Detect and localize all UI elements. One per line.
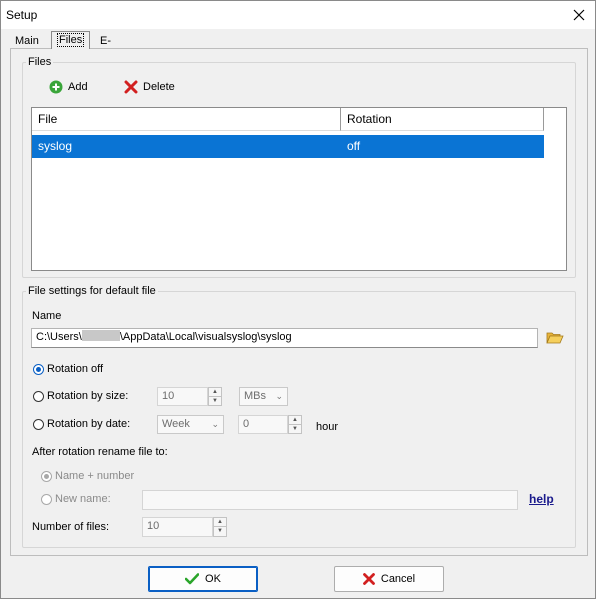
- ok-button[interactable]: OK: [148, 566, 258, 592]
- add-icon: [49, 80, 63, 94]
- number-of-files-stepper[interactable]: ▲ ▼: [213, 517, 227, 537]
- cancel-button[interactable]: Cancel: [334, 566, 444, 592]
- rotation-date-label: Rotation by date:: [47, 418, 131, 430]
- window-title: Setup: [6, 8, 38, 22]
- rotation-by-date-radio[interactable]: Rotation by date:: [33, 418, 130, 430]
- files-list-header: File Rotation: [32, 108, 544, 132]
- row-rotation-cell: off: [347, 139, 361, 153]
- delete-button-label: Delete: [143, 81, 175, 93]
- cancel-x-icon: [362, 573, 375, 585]
- close-icon: [573, 9, 585, 21]
- files-group-legend: Files: [28, 56, 52, 68]
- close-button[interactable]: [569, 5, 589, 25]
- tab-email[interactable]: E-mail: [95, 33, 125, 63]
- folder-open-icon: [546, 332, 564, 344]
- date-hour-input[interactable]: 0: [238, 415, 288, 434]
- new-name-radio[interactable]: New name:: [41, 493, 111, 505]
- rotation-size-stepper[interactable]: ▲ ▼: [208, 387, 222, 406]
- tab-files[interactable]: Files: [51, 31, 91, 49]
- help-link[interactable]: help: [529, 492, 554, 506]
- spin-up-icon[interactable]: ▲: [289, 416, 301, 425]
- spin-down-icon[interactable]: ▼: [289, 425, 301, 433]
- number-of-files-label: Number of files:: [32, 521, 110, 533]
- spin-down-icon[interactable]: ▼: [209, 397, 221, 405]
- radio-dot: [33, 418, 44, 430]
- radio-dot: [33, 363, 44, 375]
- tab-main-label: Main: [15, 35, 39, 47]
- spin-down-icon[interactable]: ▼: [214, 527, 226, 535]
- checkmark-icon: [185, 573, 200, 585]
- radio-dot: [41, 470, 52, 482]
- new-name-label: New name:: [55, 493, 111, 505]
- setup-dialog: Setup Main Files E-mail Files Add Delete…: [0, 0, 596, 599]
- hour-label: hour: [316, 421, 339, 433]
- rename-label: After rotation rename file to:: [32, 446, 168, 458]
- rotation-off-radio[interactable]: Rotation off: [33, 363, 103, 375]
- name-number-radio[interactable]: Name + number: [41, 470, 134, 482]
- files-list[interactable]: File Rotation syslog off: [31, 107, 567, 271]
- size-unit-select[interactable]: MBs ⌄: [239, 387, 288, 406]
- tab-main[interactable]: Main: [10, 33, 44, 49]
- radio-dot: [33, 390, 44, 402]
- cancel-button-label: Cancel: [380, 573, 416, 585]
- column-header-file[interactable]: File: [32, 108, 341, 131]
- add-button[interactable]: Add: [49, 78, 88, 96]
- row-file-cell: syslog: [38, 139, 73, 153]
- table-row[interactable]: syslog off: [32, 135, 544, 158]
- column-header-rotation[interactable]: Rotation: [341, 108, 544, 131]
- file-path-input[interactable]: C:\Users\ \AppData\Local\visualsyslog\sys…: [31, 328, 538, 348]
- add-button-label: Add: [68, 81, 88, 93]
- delete-icon: [124, 80, 138, 94]
- date-period-select[interactable]: Week ⌄: [157, 415, 224, 434]
- redacted-username: [81, 330, 120, 341]
- spin-up-icon[interactable]: ▲: [214, 518, 226, 527]
- date-period-value: Week: [162, 418, 190, 430]
- dialog-button-bar: [1, 559, 595, 598]
- new-name-input[interactable]: [142, 490, 518, 510]
- name-number-label: Name + number: [55, 470, 135, 482]
- radio-dot: [41, 493, 52, 505]
- chevron-down-icon: ⌄: [211, 419, 219, 429]
- path-prefix: C:\Users\: [36, 331, 82, 343]
- chevron-down-icon: ⌄: [275, 391, 283, 401]
- tab-files-label: Files: [57, 33, 85, 47]
- file-settings-legend: File settings for default file: [28, 285, 156, 297]
- title-bar: Setup: [1, 1, 595, 29]
- spin-up-icon[interactable]: ▲: [209, 388, 221, 397]
- rotation-size-label: Rotation by size:: [47, 390, 129, 402]
- name-label: Name: [32, 310, 62, 322]
- browse-folder-button[interactable]: [546, 330, 564, 346]
- date-hour-stepper[interactable]: ▲ ▼: [288, 415, 302, 434]
- rotation-size-input[interactable]: 10: [157, 387, 208, 406]
- rotation-by-size-radio[interactable]: Rotation by size:: [33, 390, 128, 402]
- delete-button[interactable]: Delete: [124, 78, 175, 96]
- rotation-off-label: Rotation off: [47, 363, 104, 375]
- ok-button-label: OK: [205, 573, 221, 585]
- size-unit-value: MBs: [244, 390, 266, 402]
- number-of-files-input[interactable]: 10: [142, 517, 213, 537]
- path-suffix: \AppData\Local\visualsyslog\syslog: [119, 331, 292, 343]
